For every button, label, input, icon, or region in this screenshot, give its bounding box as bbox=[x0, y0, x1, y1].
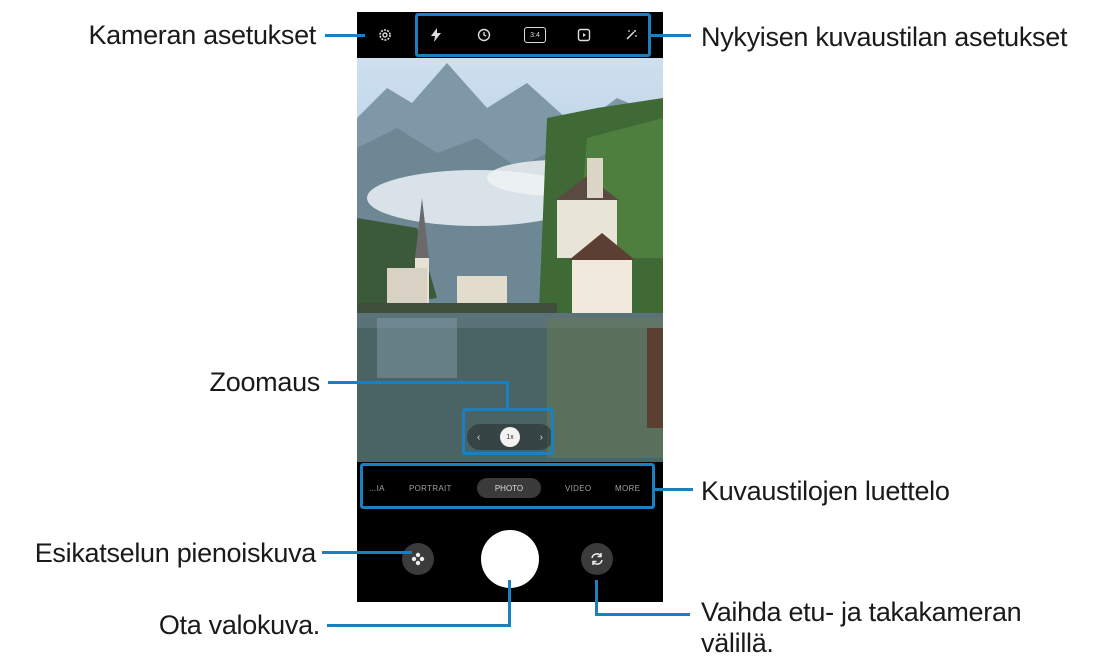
callout-zoom: Zoomaus bbox=[209, 367, 321, 397]
leader-line-zoom-vertical bbox=[506, 381, 509, 409]
flower-icon bbox=[411, 552, 425, 566]
leader-line-modes-list bbox=[655, 488, 693, 491]
callout-switch-camera-line2: välillä. bbox=[701, 628, 774, 658]
callout-switch-camera-line1: Vaihda etu- ja takakameran bbox=[701, 597, 1022, 627]
leader-line-switch bbox=[595, 613, 690, 616]
gear-icon[interactable] bbox=[373, 23, 397, 47]
switch-camera-icon bbox=[591, 553, 603, 565]
leader-line-mode-settings bbox=[651, 34, 691, 37]
mode-settings-highlight bbox=[415, 13, 651, 57]
viewfinder-preview[interactable]: ‹ 1x › bbox=[357, 58, 663, 462]
callout-preview-thumbnail: Esikatselun pienoiskuva bbox=[34, 538, 317, 568]
camera-app-screen: 3:4 ‹ 1x › ...IA PORTRAIT PHOTO VIDEO MO… bbox=[357, 12, 663, 602]
callout-mode-settings: Nykyisen kuvaustilan asetukset bbox=[701, 22, 1068, 52]
leader-line-shutter-vertical bbox=[508, 580, 511, 627]
landscape-preview-image bbox=[357, 63, 663, 462]
leader-line-zoom bbox=[328, 381, 508, 384]
leader-line-shutter bbox=[327, 624, 511, 627]
callout-take-photo: Ota valokuva. bbox=[158, 610, 320, 640]
callout-modes-list: Kuvaustilojen luettelo bbox=[701, 476, 950, 506]
callout-camera-settings: Kameran asetukset bbox=[88, 20, 316, 50]
modes-list-highlight bbox=[360, 463, 655, 509]
leader-line-switch-vertical bbox=[595, 580, 598, 615]
zoom-highlight bbox=[462, 408, 554, 455]
leader-line-thumbnail bbox=[322, 551, 412, 554]
leader-line-camera-settings bbox=[325, 34, 365, 37]
switch-camera-button[interactable] bbox=[581, 543, 613, 575]
preview-thumbnail-button[interactable] bbox=[402, 543, 434, 575]
